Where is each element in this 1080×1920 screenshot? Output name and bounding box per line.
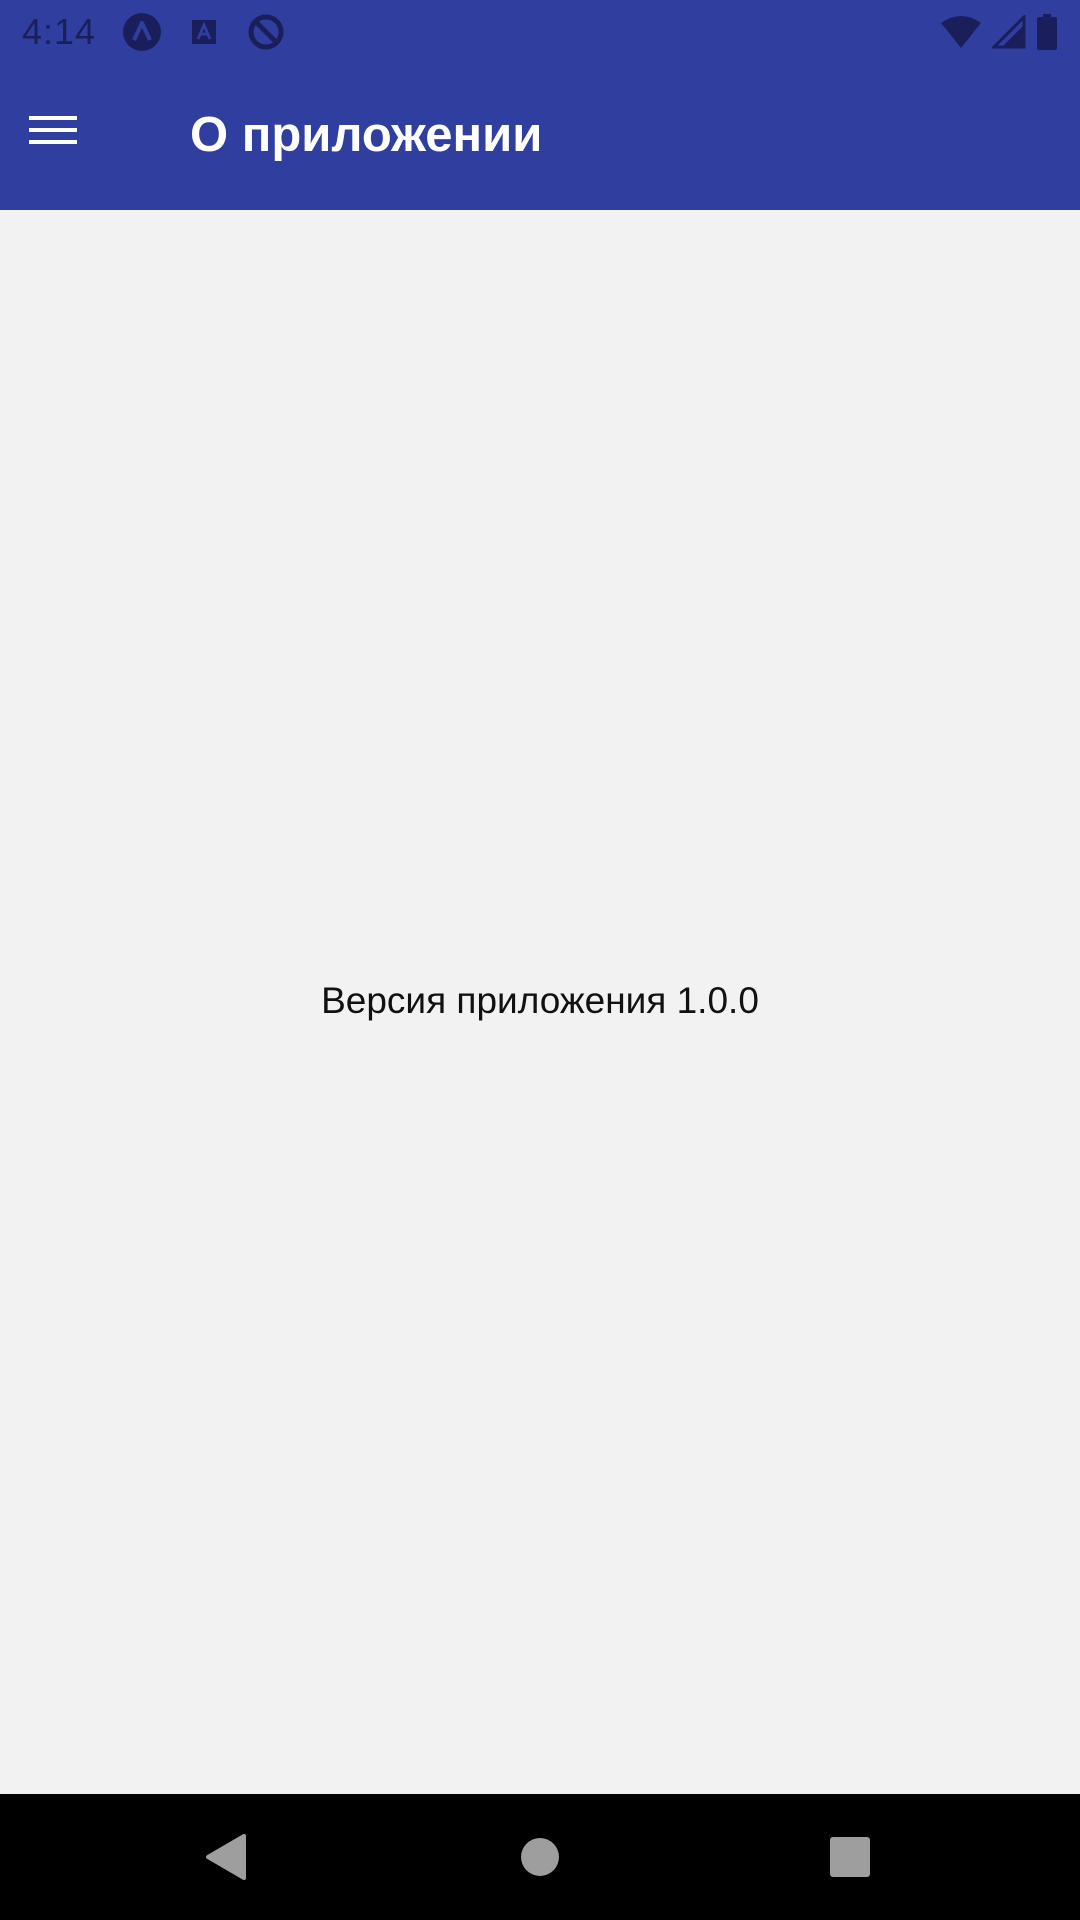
cell-signal-icon: [992, 14, 1026, 48]
app-bar: О приложении: [0, 63, 1080, 210]
recents-icon: [830, 1837, 870, 1877]
back-button[interactable]: [193, 1824, 259, 1890]
no-sync-icon: [248, 14, 284, 49]
app-version-label: Версия приложения 1.0.0: [321, 980, 759, 1021]
home-button[interactable]: [507, 1824, 573, 1890]
system-icons: [940, 13, 1058, 50]
navigation-bar: [0, 1794, 1080, 1920]
hamburger-menu-icon: [29, 116, 77, 144]
wifi-icon: [941, 15, 981, 48]
content-area: Версия приложения 1.0.0: [0, 210, 1080, 1794]
app-a-square-icon: [192, 19, 217, 44]
about-screen: 4:14 О приложении Версия приложения 1.0.…: [0, 0, 1080, 1920]
recents-button[interactable]: [817, 1824, 883, 1890]
page-title: О приложении: [190, 108, 543, 162]
menu-button[interactable]: [20, 97, 86, 163]
notification-icons: [122, 12, 286, 52]
status-time: 4:14: [22, 10, 97, 52]
home-icon: [521, 1838, 559, 1876]
app-a-circle-icon: [123, 12, 162, 51]
status-bar: 4:14: [0, 0, 1080, 63]
battery-icon: [1037, 13, 1057, 50]
back-icon: [206, 1834, 246, 1880]
